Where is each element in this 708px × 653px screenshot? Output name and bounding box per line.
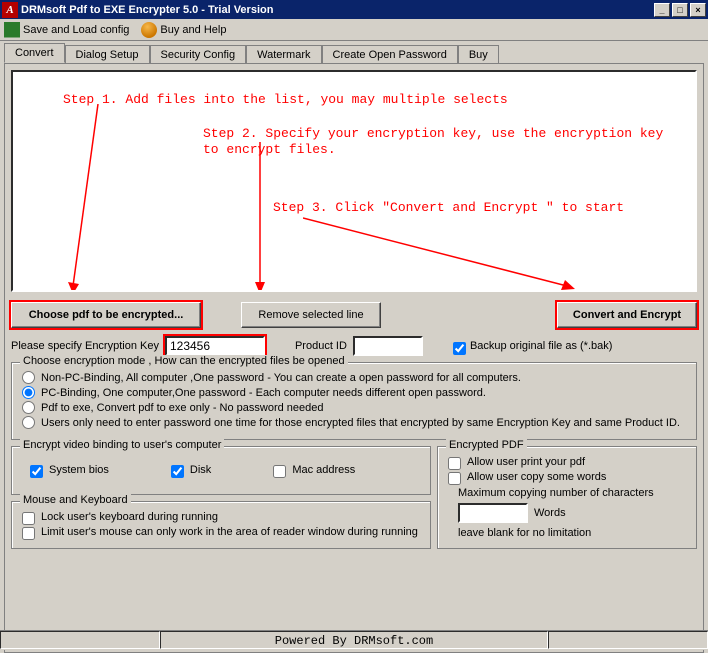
- max-copy-label: Maximum copying number of characters: [458, 487, 688, 499]
- button-row: Choose pdf to be encrypted... Remove sel…: [11, 302, 697, 328]
- mode-pdf-to-exe[interactable]: Pdf to exe, Convert pdf to exe only - No…: [20, 401, 688, 414]
- mode-non-pc-binding[interactable]: Non-PC-Binding, All computer ,One passwo…: [20, 371, 688, 384]
- window-title: DRMsoft Pdf to EXE Encrypter 5.0 - Trial…: [21, 4, 273, 16]
- menu-bar: Save and Load config Buy and Help: [0, 19, 708, 41]
- tab-dialog-setup[interactable]: Dialog Setup: [65, 45, 150, 65]
- minimize-button[interactable]: _: [654, 3, 670, 17]
- backup-checkbox[interactable]: [453, 342, 466, 355]
- tab-convert[interactable]: Convert: [4, 43, 65, 63]
- allow-copy[interactable]: Allow user copy some words: [446, 470, 688, 483]
- product-id-input[interactable]: [353, 336, 423, 356]
- words-label: Words: [534, 507, 566, 519]
- title-bar: A DRMsoft Pdf to EXE Encrypter 5.0 - Tri…: [0, 0, 708, 19]
- encryption-mode-group: Choose encryption mode , How can the enc…: [11, 362, 697, 440]
- encryption-key-label: Please specify Encryption Key: [11, 340, 159, 352]
- encrypted-pdf-group: Encrypted PDF Allow user print your pdf …: [437, 446, 697, 549]
- tab-watermark[interactable]: Watermark: [246, 45, 321, 65]
- allow-print[interactable]: Allow user print your pdf: [446, 455, 688, 468]
- leave-blank-label: leave blank for no limitation: [458, 527, 688, 539]
- backup-label: Backup original file as (*.bak): [470, 340, 612, 352]
- product-id-label: Product ID: [295, 340, 347, 352]
- mouse-keyboard-group: Mouse and Keyboard Lock user's keyboard …: [11, 501, 431, 549]
- status-bar: Powered By DRMsoft.com: [0, 630, 708, 650]
- menu-buy-help[interactable]: Buy and Help: [141, 22, 226, 38]
- close-button[interactable]: ×: [690, 3, 706, 17]
- anno-step2a: Step 2. Specify your encryption key, use…: [203, 126, 663, 141]
- help-icon: [141, 22, 157, 38]
- mode-one-time-password[interactable]: Users only need to enter password one ti…: [20, 416, 688, 429]
- binding-legend: Encrypt video binding to user's computer: [20, 439, 224, 451]
- lock-keyboard[interactable]: Lock user's keyboard during running: [20, 510, 422, 523]
- encryption-key-input[interactable]: [165, 336, 265, 356]
- tab-create-open-password[interactable]: Create Open Password: [322, 45, 458, 65]
- save-icon: [4, 22, 20, 38]
- bind-mac[interactable]: Mac address: [271, 463, 355, 476]
- encrypted-pdf-legend: Encrypted PDF: [446, 439, 527, 451]
- anno-step3: Step 3. Click "Convert and Encrypt " to …: [273, 200, 624, 215]
- anno-step1: Step 1. Add files into the list, you may…: [63, 92, 508, 107]
- bind-bios[interactable]: System bios: [28, 463, 109, 476]
- tab-panel: Step 1. Add files into the list, you may…: [4, 63, 704, 653]
- tab-buy[interactable]: Buy: [458, 45, 499, 65]
- bind-disk[interactable]: Disk: [169, 463, 211, 476]
- mode-pc-binding[interactable]: PC-Binding, One computer,One password - …: [20, 386, 688, 399]
- encryption-mode-legend: Choose encryption mode , How can the enc…: [20, 355, 348, 367]
- tab-strip: Convert Dialog Setup Security Config Wat…: [0, 41, 708, 63]
- status-powered-by: Powered By DRMsoft.com: [160, 631, 548, 649]
- remove-line-button[interactable]: Remove selected line: [241, 302, 381, 328]
- maximize-button[interactable]: □: [672, 3, 688, 17]
- mouse-keyboard-legend: Mouse and Keyboard: [20, 494, 131, 506]
- convert-encrypt-button[interactable]: Convert and Encrypt: [557, 302, 697, 328]
- app-icon: A: [2, 2, 18, 18]
- choose-pdf-button[interactable]: Choose pdf to be encrypted...: [11, 302, 201, 328]
- max-copy-input[interactable]: [458, 503, 528, 523]
- menu-save-config[interactable]: Save and Load config: [4, 22, 129, 38]
- key-row: Please specify Encryption Key Product ID…: [11, 336, 697, 356]
- file-list[interactable]: Step 1. Add files into the list, you may…: [11, 70, 697, 292]
- tab-security-config[interactable]: Security Config: [150, 45, 247, 65]
- binding-group: Encrypt video binding to user's computer…: [11, 446, 431, 495]
- limit-mouse[interactable]: Limit user's mouse can only work in the …: [20, 525, 422, 538]
- anno-step2b: to encrypt files.: [203, 142, 336, 157]
